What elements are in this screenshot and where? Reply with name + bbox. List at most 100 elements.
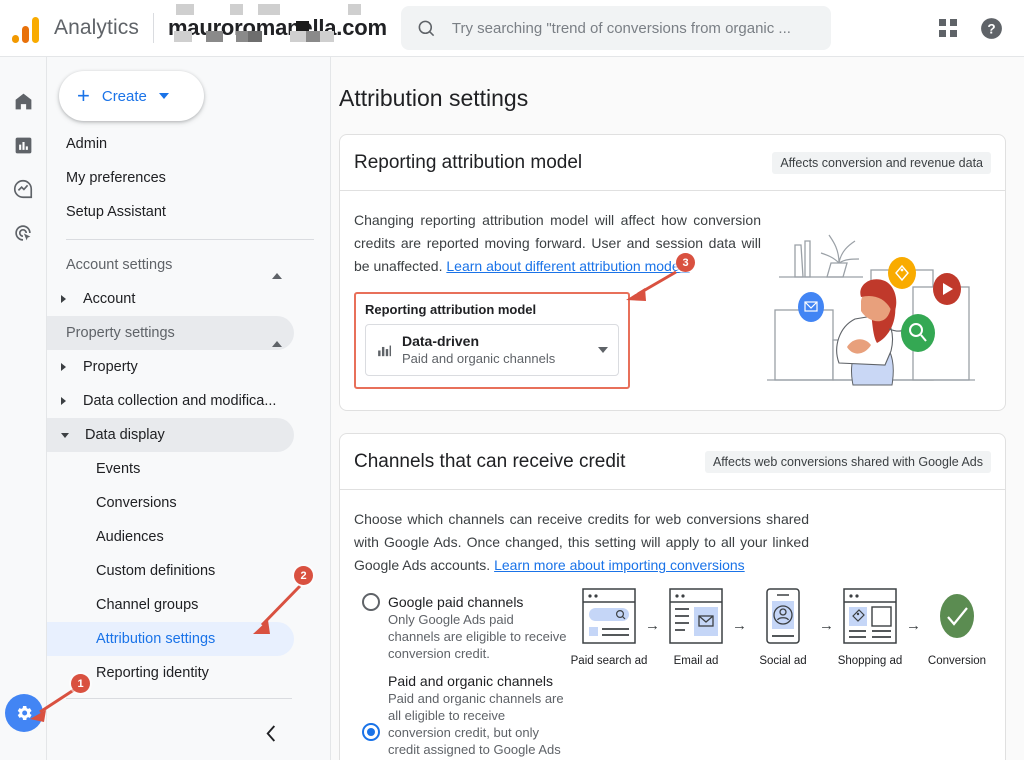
redaction-block bbox=[289, 31, 306, 42]
learn-more-importing-conversions-link[interactable]: Learn more about importing conversions bbox=[494, 557, 745, 573]
radio-description: Paid and organic channels are all eligib… bbox=[388, 691, 564, 760]
help-circle-icon[interactable]: ? bbox=[979, 16, 1004, 41]
rail-item-home[interactable] bbox=[3, 79, 43, 123]
attribution-illustration bbox=[761, 209, 991, 390]
reporting-attribution-model-select[interactable]: Data-driven Paid and organic channels bbox=[365, 324, 619, 376]
svg-text:?: ? bbox=[987, 21, 995, 36]
sidebar-group-label: Account settings bbox=[66, 257, 173, 273]
sidebar-collapse-button[interactable] bbox=[254, 716, 288, 750]
analytics-admin-page: Analytics mauroromanella.com Try searchi… bbox=[0, 0, 1024, 760]
radio-option-paid-and-organic-channels[interactable]: Paid and organic channels Paid and organ… bbox=[354, 672, 569, 760]
admin-gear-fab[interactable] bbox=[5, 694, 43, 732]
conversion-check-icon bbox=[940, 594, 974, 638]
flow-step-label: Paid search ad bbox=[570, 655, 648, 667]
triangle-down-icon bbox=[61, 432, 69, 438]
flow-step-label: Conversion bbox=[927, 655, 987, 667]
learn-about-attribution-models-link[interactable]: Learn about different attribution models bbox=[446, 258, 689, 274]
sidebar-item-label: Conversions bbox=[96, 495, 177, 511]
sidebar-item-label: Setup Assistant bbox=[66, 204, 166, 220]
card-description: Changing reporting attribution model wil… bbox=[354, 209, 761, 278]
rail-item-advertising[interactable] bbox=[3, 211, 43, 255]
flow-step-shopping-ad: Shopping ad bbox=[836, 587, 904, 667]
sidebar-group-account-settings[interactable]: Account settings bbox=[47, 248, 294, 282]
chevron-left-icon bbox=[265, 724, 275, 742]
search-placeholder: Try searching "trend of conversions from… bbox=[451, 19, 791, 37]
sidebar-item-label: My preferences bbox=[66, 170, 166, 186]
rail-item-explore[interactable] bbox=[3, 167, 43, 211]
redaction-block bbox=[173, 31, 192, 42]
redaction-block bbox=[205, 31, 223, 42]
sidebar-item-data-collection[interactable]: Data collection and modifica... bbox=[47, 384, 294, 418]
email-ad-icon bbox=[669, 588, 723, 644]
sidebar-item-label: Events bbox=[96, 461, 141, 477]
search-input[interactable]: Try searching "trend of conversions from… bbox=[400, 6, 831, 50]
divider bbox=[66, 698, 292, 699]
sidebar-item-account[interactable]: Account bbox=[47, 282, 294, 316]
card-header: Channels that can receive credit Affects… bbox=[340, 434, 1005, 490]
sidebar-item-label: Channel groups bbox=[96, 597, 199, 613]
redaction-block bbox=[235, 31, 248, 42]
left-icon-rail bbox=[0, 57, 47, 760]
sidebar-item-audiences[interactable]: Audiences bbox=[47, 520, 294, 554]
sidebar-item-label: Audiences bbox=[96, 529, 164, 545]
sidebar-group-property-settings[interactable]: Property settings bbox=[47, 316, 294, 350]
radio-hitbox[interactable] bbox=[354, 593, 388, 611]
sidebar-item-data-display[interactable]: Data display bbox=[47, 418, 294, 452]
select-subtitle: Paid and organic channels bbox=[402, 351, 556, 366]
radio-hitbox[interactable] bbox=[354, 723, 388, 741]
sidebar-item-custom-definitions[interactable]: Custom definitions bbox=[47, 554, 294, 588]
card-title: Reporting attribution model bbox=[354, 151, 583, 173]
sidebar-item-admin[interactable]: Admin bbox=[47, 127, 328, 161]
field-label: Reporting attribution model bbox=[365, 302, 537, 317]
search-icon bbox=[417, 19, 436, 38]
divider bbox=[152, 13, 154, 43]
flow-step-social-ad: Social ad bbox=[749, 587, 817, 667]
property-name-text: mauroromanella.com bbox=[167, 15, 387, 40]
redaction-block bbox=[305, 31, 320, 42]
sidebar-nav: + Create Admin My preferences Setup Assi… bbox=[47, 57, 331, 760]
sidebar-item-property[interactable]: Property bbox=[47, 350, 294, 384]
radio-option-google-paid-channels[interactable]: Google paid channels Only Google Ads pai… bbox=[354, 593, 569, 662]
sidebar-item-events[interactable]: Events bbox=[47, 452, 294, 486]
triangle-right-icon bbox=[61, 397, 66, 405]
rail-item-reports[interactable] bbox=[3, 123, 43, 167]
sidebar-item-setup-assistant[interactable]: Setup Assistant bbox=[47, 195, 328, 229]
flow-step-paid-search-ad: Paid search ad bbox=[571, 587, 647, 667]
triangle-right-icon bbox=[61, 295, 66, 303]
arrow-right-icon: → bbox=[906, 617, 921, 634]
sidebar-item-channel-groups[interactable]: Channel groups bbox=[47, 588, 294, 622]
redaction-block bbox=[347, 4, 361, 15]
create-button[interactable]: + Create bbox=[59, 71, 204, 121]
redaction-block bbox=[319, 31, 334, 42]
flow-step-label: Social ad bbox=[759, 655, 807, 667]
flow-step-conversion: Conversion bbox=[923, 587, 991, 667]
flow-step-label: Email ad bbox=[673, 655, 719, 667]
card-channels-that-can-receive-credit: Channels that can receive credit Affects… bbox=[339, 433, 1006, 760]
top-bar: Analytics mauroromanella.com Try searchi… bbox=[0, 0, 1024, 57]
chevron-down-icon bbox=[598, 347, 608, 353]
radio-button[interactable] bbox=[362, 593, 380, 611]
radio-label: Paid and organic channels bbox=[388, 673, 554, 689]
apps-grid-icon[interactable] bbox=[939, 19, 957, 37]
sidebar-item-attribution-settings[interactable]: Attribution settings bbox=[47, 622, 294, 656]
sidebar-item-conversions[interactable]: Conversions bbox=[47, 486, 294, 520]
annotation-badge-1: 1 bbox=[71, 674, 90, 693]
select-value: Data-driven bbox=[402, 333, 480, 349]
product-name: Analytics bbox=[54, 16, 139, 39]
redaction-block bbox=[229, 4, 243, 15]
sidebar-group-label: Property settings bbox=[66, 325, 175, 341]
card-body: Choose which channels can receive credit… bbox=[340, 490, 1005, 760]
channels-radio-group: Google paid channels Only Google Ads pai… bbox=[354, 579, 991, 760]
property-name[interactable]: mauroromanella.com bbox=[167, 4, 387, 42]
main-content: Attribution settings Reporting attributi… bbox=[331, 57, 1024, 760]
radio-description: Only Google Ads paid channels are eligib… bbox=[388, 612, 567, 661]
sidebar-item-label: Account bbox=[83, 291, 136, 307]
annotation-badge-2: 2 bbox=[294, 566, 313, 585]
arrow-right-icon: → bbox=[732, 617, 747, 634]
redaction-block bbox=[247, 31, 262, 42]
google-analytics-logo-icon bbox=[10, 13, 42, 43]
radio-button[interactable] bbox=[362, 723, 380, 741]
status-badge: Affects conversion and revenue data bbox=[772, 151, 991, 174]
sidebar-item-my-preferences[interactable]: My preferences bbox=[47, 161, 328, 195]
create-button-label: Create bbox=[101, 87, 147, 105]
